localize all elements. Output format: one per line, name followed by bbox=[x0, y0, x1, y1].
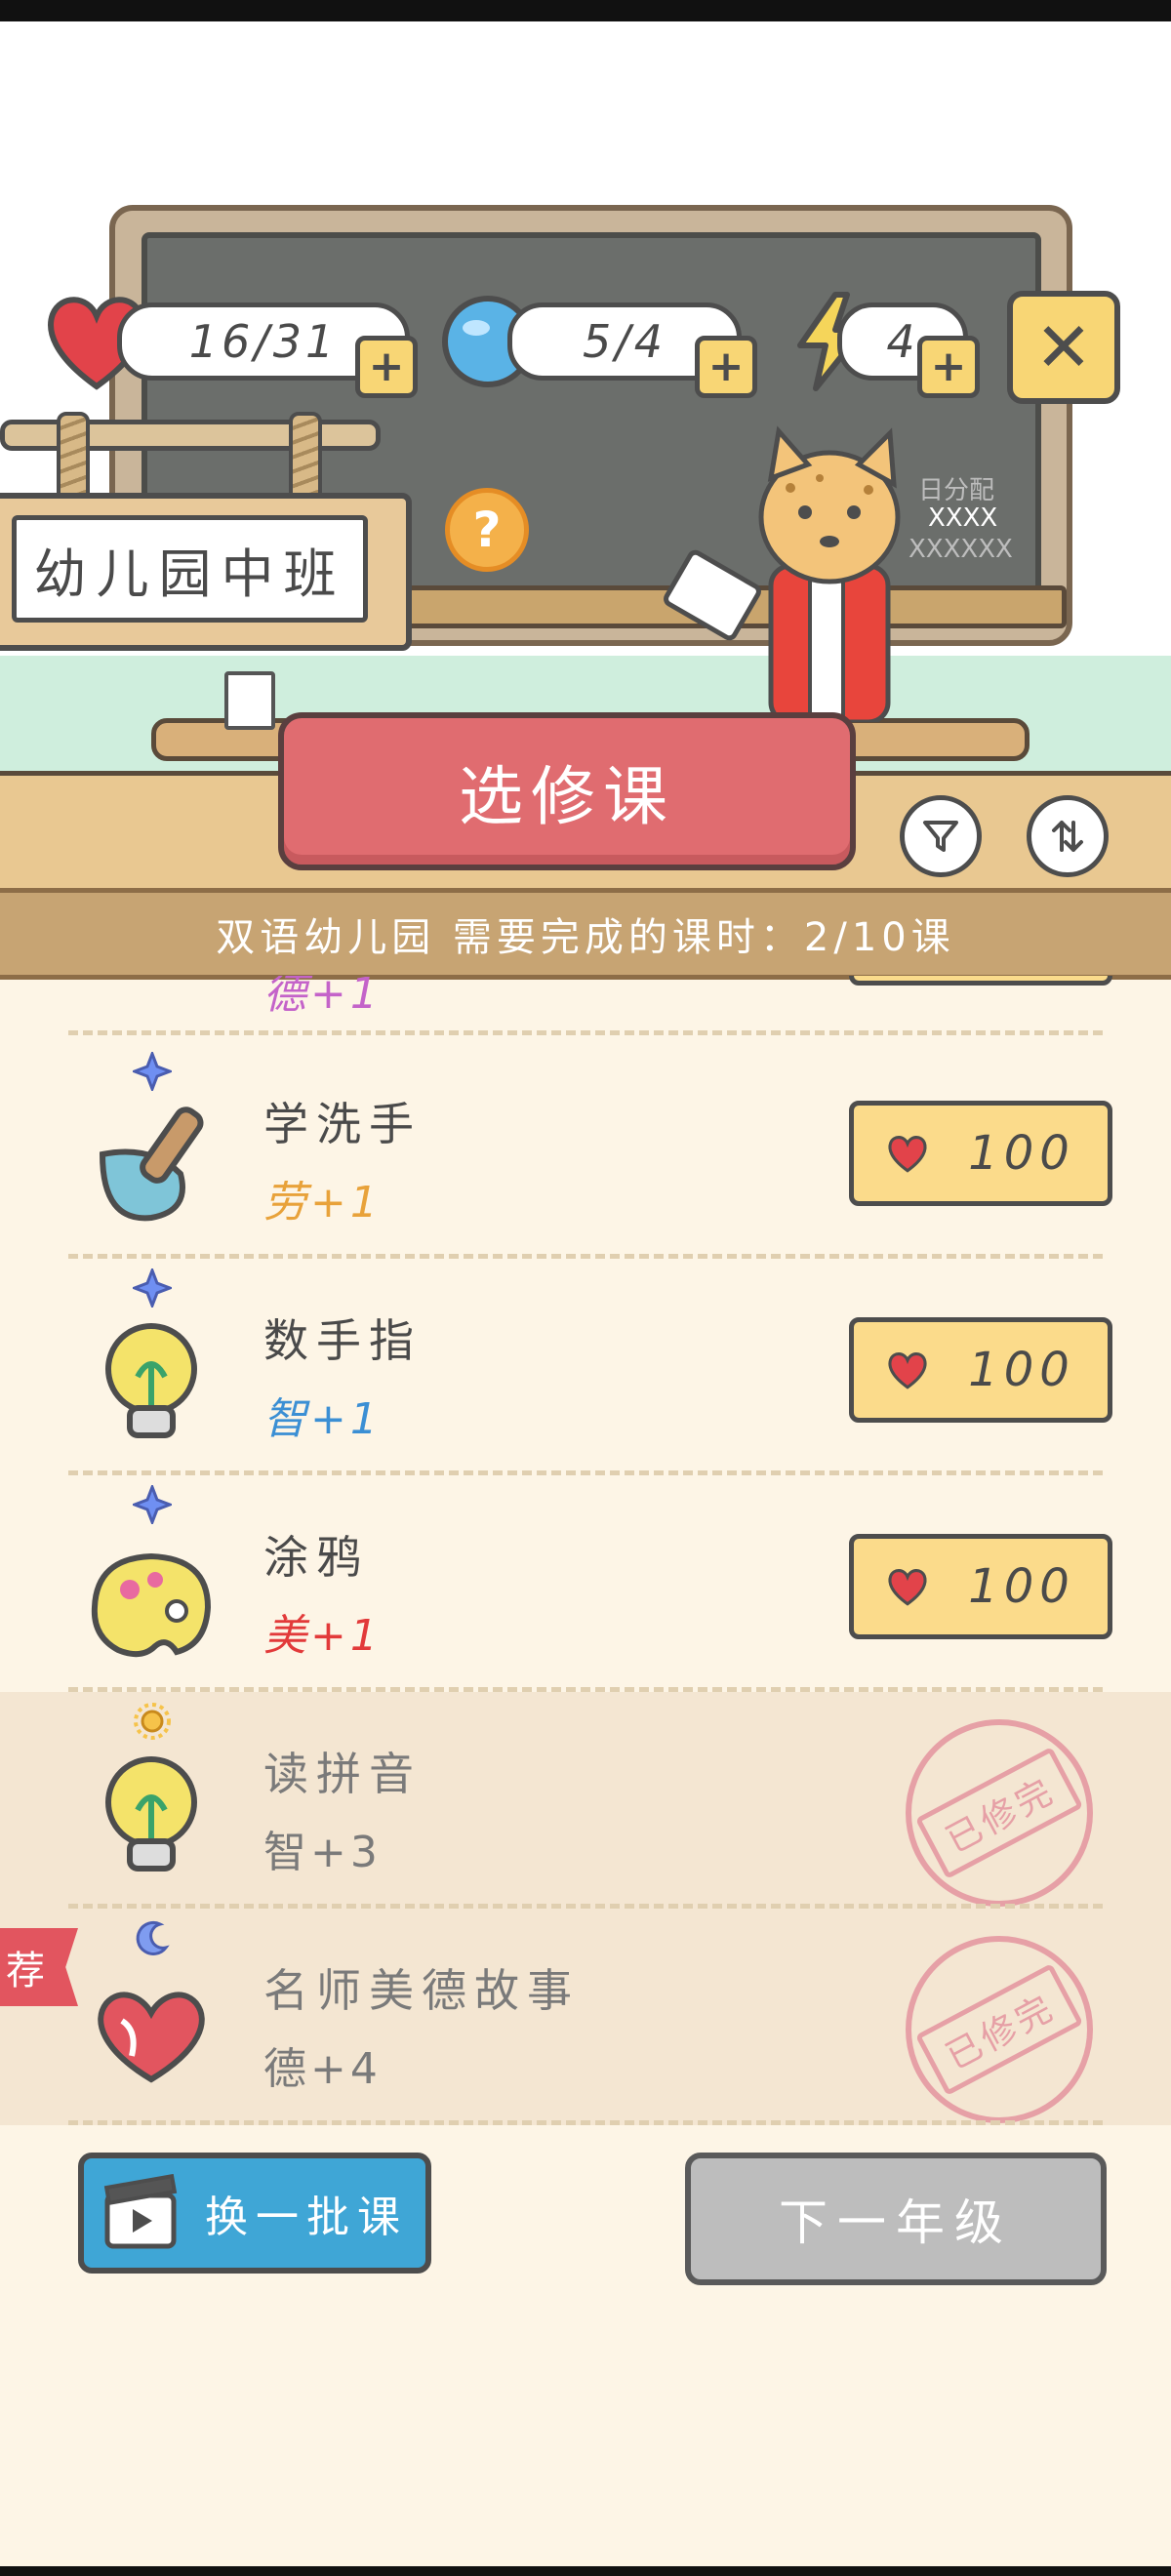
cup-icon bbox=[224, 671, 275, 730]
course-name: 数手指 bbox=[263, 1314, 422, 1367]
status-bar bbox=[0, 0, 1171, 21]
course-name: 学洗手 bbox=[263, 1098, 422, 1150]
course-cost: 100 bbox=[968, 1559, 1075, 1614]
course-row-virtue-story: 荐 名师美德故事 德+4 已修完 bbox=[0, 1909, 1171, 2125]
close-button[interactable]: ✕ bbox=[1007, 291, 1120, 404]
help-button[interactable]: ? bbox=[445, 488, 529, 572]
add-health-button[interactable]: + bbox=[355, 336, 418, 398]
course-name: 读拼音 bbox=[263, 1748, 422, 1800]
completed-stamp: 已修完 bbox=[906, 1719, 1093, 1907]
refresh-courses-button[interactable]: 换一批课 bbox=[78, 2153, 431, 2274]
add-energy-button[interactable]: + bbox=[917, 336, 980, 398]
leopard-teacher-icon bbox=[664, 425, 901, 722]
video-ad-icon bbox=[103, 2174, 178, 2249]
heart-icon bbox=[888, 1136, 927, 1173]
course-cost: 100 bbox=[968, 1343, 1075, 1397]
requirement-bar: 双语幼儿园 需要完成的课时：2/10课 bbox=[0, 888, 1171, 980]
course-attribute: 德+1 bbox=[263, 976, 382, 1019]
course-name: 名师美德故事 bbox=[263, 1964, 580, 2017]
course-cost: 100 bbox=[968, 1126, 1075, 1181]
lightbulb-icon bbox=[105, 1323, 197, 1438]
filter-button[interactable] bbox=[900, 795, 982, 877]
completed-label: 已修完 bbox=[914, 1963, 1084, 2096]
course-name: 涂鸦 bbox=[263, 1531, 369, 1584]
sort-button[interactable] bbox=[1027, 795, 1109, 877]
recommend-tag: 荐 bbox=[0, 1928, 78, 2006]
shovel-icon bbox=[99, 1107, 204, 1222]
grade-label: 幼儿园中班 bbox=[12, 515, 368, 623]
heart-icon bbox=[888, 1352, 927, 1389]
moon-icon bbox=[136, 1920, 170, 1955]
panel-title: 选修课 bbox=[278, 712, 856, 870]
course-row-count-fingers[interactable]: 数手指 智+1 100 bbox=[0, 1259, 1171, 1475]
sort-icon bbox=[1052, 821, 1083, 852]
divider bbox=[68, 2120, 1103, 2125]
refresh-label: 换一批课 bbox=[205, 2193, 408, 2242]
heart-hands-icon bbox=[98, 1992, 205, 2083]
heart-icon bbox=[888, 1569, 927, 1606]
course-row-pinyin: 读拼音 智+3 已修完 bbox=[0, 1692, 1171, 1909]
course-row-wash-hands[interactable]: 学洗手 劳+1 100 bbox=[0, 1042, 1171, 1259]
course-row-doodle[interactable]: 涂鸦 美+1 100 bbox=[0, 1475, 1171, 1692]
sun-icon bbox=[134, 1703, 171, 1740]
completed-label: 已修完 bbox=[914, 1747, 1084, 1879]
cost-button-partial[interactable] bbox=[849, 976, 1112, 986]
course-attribute: 智+1 bbox=[263, 1394, 382, 1444]
course-attribute: 智+3 bbox=[263, 1828, 382, 1877]
blue-star-icon bbox=[133, 1052, 172, 1091]
course-cost-button[interactable]: 100 bbox=[849, 1534, 1112, 1639]
divider bbox=[68, 1030, 1103, 1035]
add-gem-button[interactable]: + bbox=[695, 336, 757, 398]
course-attribute: 劳+1 bbox=[263, 1178, 382, 1228]
filter-icon bbox=[923, 821, 958, 852]
completed-stamp: 已修完 bbox=[906, 1936, 1093, 2123]
course-attribute: 美+1 bbox=[263, 1611, 382, 1661]
course-cost-button[interactable]: 100 bbox=[849, 1101, 1112, 1206]
bottom-edge bbox=[0, 2566, 1171, 2576]
palette-icon bbox=[91, 1552, 212, 1658]
blue-star-icon bbox=[133, 1485, 172, 1524]
blue-star-icon bbox=[133, 1268, 172, 1308]
course-cost-button[interactable]: 100 bbox=[849, 1317, 1112, 1423]
course-attribute: 德+4 bbox=[263, 2044, 382, 2094]
lightbulb-icon bbox=[105, 1756, 197, 1872]
list-item-partial: 德+1 bbox=[0, 976, 1171, 1042]
next-grade-button[interactable]: 下一年级 bbox=[685, 2153, 1107, 2285]
